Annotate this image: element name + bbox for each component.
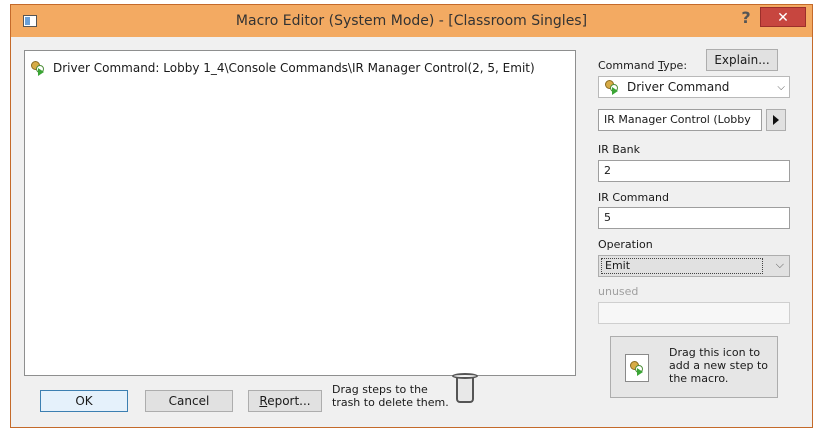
control-selector[interactable]: IR Manager Control (Lobby [598,109,762,131]
trash-hint-text: Drag steps to the trash to delete them. [332,383,449,409]
operation-label: Operation [598,238,653,251]
operation-value: Emit [601,258,763,274]
control-expand-button[interactable] [766,109,786,131]
unused-field [598,302,790,324]
driver-command-icon [605,80,619,95]
unused-label: unused [598,285,639,298]
report-button[interactable]: Report... [248,390,322,412]
macro-step-text: Driver Command: Lobby 1_4\Console Comman… [53,61,535,75]
report-label: eport... [267,394,311,408]
command-type-value: Driver Command [627,80,730,94]
trash-icon[interactable] [452,371,478,405]
macro-step-item[interactable]: Driver Command: Lobby 1_4\Console Comman… [31,59,535,77]
operation-select[interactable]: Emit ⌵ [598,255,790,277]
command-type-combo[interactable]: Driver Command ⌵ [598,76,790,98]
close-button[interactable]: ✕ [760,7,806,27]
ir-bank-field[interactable]: 2 [598,160,790,182]
ir-command-label: IR Command [598,191,669,204]
new-step-drag-icon[interactable] [625,354,649,382]
macro-step-list[interactable]: Driver Command: Lobby 1_4\Console Comman… [24,50,576,376]
ir-bank-label: IR Bank [598,143,641,156]
title-bar: Macro Editor (System Mode) - [Classroom … [11,5,812,37]
new-step-drag-panel[interactable]: Drag this icon to add a new step to the … [610,336,778,398]
ok-button[interactable]: OK [40,390,128,412]
cancel-button[interactable]: Cancel [145,390,233,412]
window-title: Macro Editor (System Mode) - [Classroom … [235,13,588,29]
arrow-right-icon [773,115,779,125]
ir-command-field[interactable]: 5 [598,207,790,229]
drag-instruction-text: Drag this icon to add a new step to the … [669,346,769,385]
command-type-label: Command Type: [598,59,688,72]
help-button[interactable]: ? [735,7,757,31]
driver-command-icon [630,361,644,376]
chevron-down-icon: ⌵ [777,82,785,93]
driver-command-icon [31,61,45,76]
explain-button[interactable]: Explain... [706,49,778,71]
chevron-down-icon: ⌵ [775,258,784,271]
